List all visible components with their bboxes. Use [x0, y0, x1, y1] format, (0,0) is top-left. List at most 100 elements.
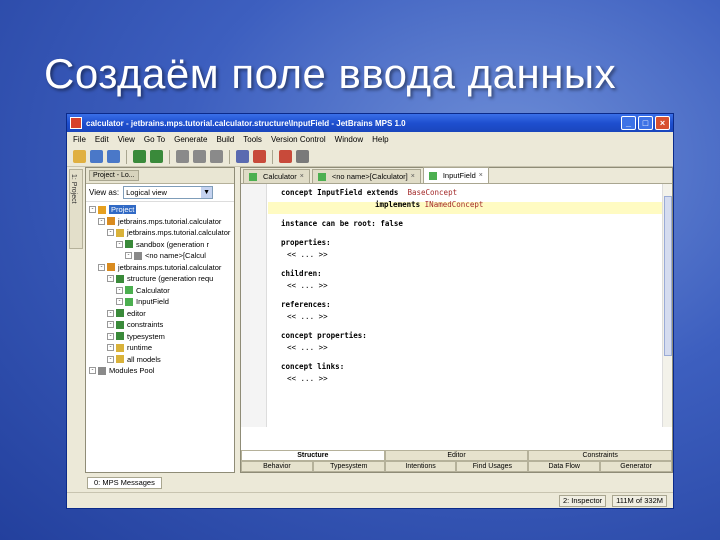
expand-toggle-icon[interactable]: -: [116, 286, 123, 294]
code-line[interactable]: concept links:: [281, 362, 344, 371]
paste-icon[interactable]: [210, 150, 223, 163]
aspect-tab-intentions[interactable]: Intentions: [384, 461, 457, 472]
project-tab[interactable]: Project - Lo...: [89, 170, 139, 181]
expand-toggle-icon[interactable]: -: [98, 217, 105, 225]
tree-node[interactable]: - <no name>[Calcul: [86, 250, 234, 262]
window-titlebar[interactable]: calculator - jetbrains.mps.tutorial.calc…: [67, 114, 673, 132]
save-all-icon[interactable]: [107, 150, 120, 163]
extends-reference[interactable]: BaseConcept: [407, 188, 457, 197]
code-line[interactable]: concept properties:: [281, 331, 367, 340]
tree-node[interactable]: - InputField: [86, 296, 234, 308]
scrollbar-thumb[interactable]: [664, 196, 672, 356]
implements-reference[interactable]: INamedConcept: [425, 200, 484, 209]
aspect-tab-generator[interactable]: Generator: [600, 461, 672, 472]
tree-node[interactable]: - Project: [86, 204, 234, 216]
code-line[interactable]: references:: [281, 300, 331, 309]
placeholder-cell[interactable]: << ... >>: [287, 312, 328, 321]
expand-toggle-icon[interactable]: -: [98, 263, 105, 271]
code-line[interactable]: implements INamedConcept: [375, 200, 483, 209]
tree-node[interactable]: - all models: [86, 354, 234, 366]
menu-item-build[interactable]: Build: [216, 135, 234, 144]
expand-toggle-icon[interactable]: -: [107, 344, 114, 352]
code-line[interactable]: << ... >>: [287, 343, 328, 352]
menu-item-edit[interactable]: Edit: [95, 135, 109, 144]
cut-icon[interactable]: [176, 150, 189, 163]
settings-icon[interactable]: [296, 150, 309, 163]
expand-toggle-icon[interactable]: -: [89, 206, 96, 214]
aspect-tab-behavior[interactable]: Behavior: [241, 461, 313, 472]
close-tab-icon[interactable]: ×: [300, 173, 304, 180]
tree-node[interactable]: - jetbrains.mps.tutorial.calculator: [86, 262, 234, 274]
expand-toggle-icon[interactable]: -: [107, 229, 114, 237]
make-icon[interactable]: [253, 150, 266, 163]
aspect-tab-typesystem[interactable]: Typesystem: [312, 461, 385, 472]
expand-toggle-icon[interactable]: -: [125, 252, 132, 260]
minimize-button[interactable]: _: [621, 116, 636, 130]
menu-item-tools[interactable]: Tools: [243, 135, 262, 144]
find-icon[interactable]: [236, 150, 249, 163]
editor-tab[interactable]: Calculator ×: [243, 169, 310, 183]
expand-toggle-icon[interactable]: -: [107, 332, 114, 340]
code-line[interactable]: << ... >>: [287, 281, 328, 290]
copy-icon[interactable]: [193, 150, 206, 163]
folder-icon[interactable]: [73, 150, 86, 163]
code-line[interactable]: << ... >>: [287, 250, 328, 259]
maximize-button[interactable]: □: [638, 116, 653, 130]
code-line[interactable]: properties:: [281, 238, 331, 247]
undo-icon[interactable]: [133, 150, 146, 163]
inspector-button[interactable]: 2: Inspector: [558, 494, 607, 507]
tree-node[interactable]: - Calculator: [86, 285, 234, 297]
code-line[interactable]: concept InputField extends BaseConcept: [281, 188, 457, 197]
aspect-tab-constraints[interactable]: Constraints: [528, 450, 673, 461]
placeholder-cell[interactable]: << ... >>: [287, 250, 328, 259]
menu-item-window[interactable]: Window: [335, 135, 363, 144]
menu-item-go-to[interactable]: Go To: [144, 135, 165, 144]
menu-item-version-control[interactable]: Version Control: [271, 135, 326, 144]
tree-node[interactable]: - Modules Pool: [86, 365, 234, 377]
code-line[interactable]: children:: [281, 269, 322, 278]
tree-node[interactable]: - constraints: [86, 319, 234, 331]
code-area[interactable]: concept InputField extends BaseConcept im…: [241, 184, 672, 427]
code-line[interactable]: << ... >>: [287, 312, 328, 321]
save-icon[interactable]: [90, 150, 103, 163]
expand-toggle-icon[interactable]: -: [89, 367, 96, 375]
placeholder-cell[interactable]: << ... >>: [287, 343, 328, 352]
editor-tab[interactable]: <no name>[Calculator] ×: [311, 169, 421, 183]
menu-item-generate[interactable]: Generate: [174, 135, 207, 144]
aspect-tab-find-usages[interactable]: Find Usages: [456, 461, 529, 472]
expand-toggle-icon[interactable]: -: [107, 275, 114, 283]
tree-node[interactable]: - sandbox (generation r: [86, 239, 234, 251]
expand-toggle-icon[interactable]: -: [107, 309, 114, 317]
mps-messages-tab[interactable]: 0: MPS Messages: [87, 477, 162, 489]
expand-toggle-icon[interactable]: -: [116, 298, 123, 306]
code-line[interactable]: instance can be root: false: [281, 219, 403, 228]
view-as-select[interactable]: Logical view ▼: [123, 186, 214, 199]
tree-node[interactable]: - editor: [86, 308, 234, 320]
editor-tab[interactable]: InputField ×: [422, 167, 489, 183]
redo-icon[interactable]: [150, 150, 163, 163]
aspect-tab-data-flow[interactable]: Data Flow: [528, 461, 601, 472]
tree-node[interactable]: - jetbrains.mps.tutorial.calculator: [86, 227, 234, 239]
code-line[interactable]: << ... >>: [287, 374, 328, 383]
expand-toggle-icon[interactable]: -: [107, 321, 114, 329]
placeholder-cell[interactable]: << ... >>: [287, 374, 328, 383]
aspect-tab-structure[interactable]: Structure: [241, 450, 385, 461]
menu-item-help[interactable]: Help: [372, 135, 388, 144]
tree-node[interactable]: - structure (generation requ: [86, 273, 234, 285]
tree-node[interactable]: - runtime: [86, 342, 234, 354]
expand-toggle-icon[interactable]: -: [107, 355, 114, 363]
project-tool-strip[interactable]: 1: Project: [69, 169, 83, 249]
placeholder-cell[interactable]: << ... >>: [287, 281, 328, 290]
rebuild-icon[interactable]: [279, 150, 292, 163]
close-tab-icon[interactable]: ×: [479, 172, 483, 179]
menu-item-file[interactable]: File: [73, 135, 86, 144]
close-tab-icon[interactable]: ×: [411, 173, 415, 180]
close-button[interactable]: ×: [655, 116, 670, 130]
chevron-down-icon[interactable]: ▼: [201, 187, 213, 198]
expand-toggle-icon[interactable]: -: [116, 240, 123, 248]
vertical-scrollbar[interactable]: [662, 184, 672, 427]
memory-indicator[interactable]: 111M of 332M: [612, 494, 667, 507]
aspect-tab-editor[interactable]: Editor: [384, 450, 529, 461]
tree-node[interactable]: - jetbrains.mps.tutorial.calculator: [86, 216, 234, 228]
tree-node[interactable]: - typesystem: [86, 331, 234, 343]
